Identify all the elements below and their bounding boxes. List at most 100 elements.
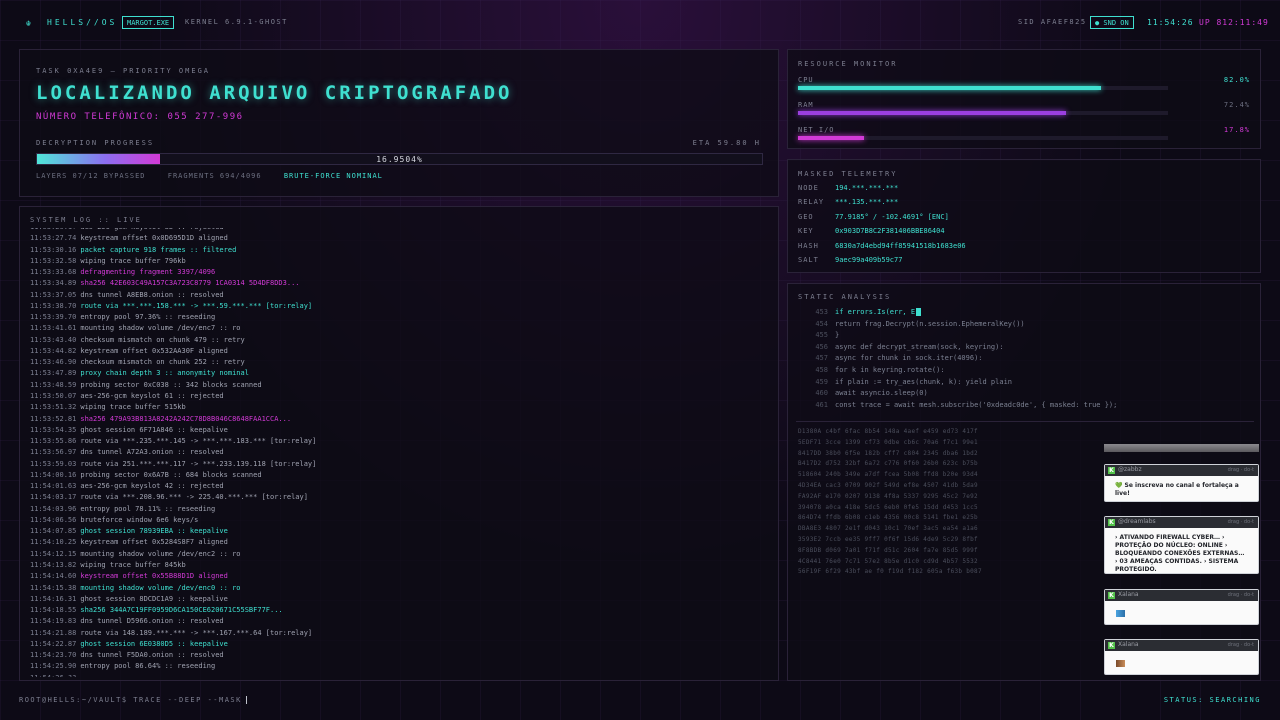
log-timestamp: 11:53:32.58 (30, 256, 77, 265)
log-message: mounting shadow volume /dev/enc0 :: ro (80, 583, 241, 592)
log-message: aes-256-gcm keyslot 61 :: rejected (80, 391, 224, 400)
telemetry-row-node: NODE 194.***.***.*** (798, 184, 899, 192)
log-line: 11:54:03.96 entropy pool 78.11% :: reseed… (30, 504, 770, 515)
log-timestamp: 11:54:07.85 (30, 527, 77, 536)
code-line: 453 if errors.Is(err, E (802, 308, 922, 319)
code-text: async def decrypt_stream(sock, keyring): (835, 342, 1004, 351)
hex-row: 56F19F 6f29 43bf ae f0 f19d f182 605a f6… (798, 568, 982, 576)
uptime: UP 812:11:49 (1199, 18, 1269, 27)
log-timestamp: 11:53:34.89 (30, 279, 77, 288)
line-number: 453 (815, 308, 828, 316)
log-timestamp: 11:53:30.16 (30, 245, 77, 254)
layers-stat: LAYERS 07/12 BYPASSED (36, 172, 146, 180)
log-line: 11:54:21.88 route via 148.189.***.*** -> … (30, 628, 770, 639)
log-message: dns tunnel A8EB8.onion :: resolved (80, 290, 224, 299)
code-text: for k in keyring.rotate(): (835, 366, 945, 374)
log-timestamp: 11:54:03.96 (30, 504, 77, 513)
log-timestamp: 11:54:22.87 (30, 639, 77, 648)
log-line: 11:53:38.70 route via ***.***.158.*** -> … (30, 301, 770, 312)
log-line: 11:53:33.68 defragmenting fragment 3397/4… (30, 267, 770, 278)
log-timestamp: 11:53:33.68 (30, 268, 77, 277)
log-line: 11:54:16.31 ghost session 8DCDC1A9 :: kee… (30, 594, 770, 605)
log-message: sha256 344A7C19FF0959D6CA150CE620671C55S… (80, 606, 283, 615)
task-title: LOCALIZANDO ARQUIVO CRIPTOGRAFADO (36, 82, 513, 104)
log-line: 11:54:12.15 mounting shadow volume /dev/e… (30, 549, 770, 560)
code-line: 457 async for chunk in sock.iter(4096): (802, 354, 982, 365)
log-timestamp: 11:54:01.63 (30, 482, 77, 491)
chat-user: @dreamlabs (1118, 518, 1156, 525)
log-message: entropy pool 78.11% :: reseeding (80, 504, 216, 513)
log-line: 11:54:25.90 entropy pool 86.64% :: reseed… (30, 661, 770, 672)
log-timestamp: 11:54:25.90 (30, 662, 77, 671)
log-line: 11:53:55.86 route via ***.235.***.145 -> … (30, 436, 770, 447)
resource-value: 82.0% (1223, 76, 1250, 84)
chat-fade (1104, 444, 1259, 452)
log-message: aes-256-gcm keyslot 42 :: rejected (80, 482, 224, 491)
log-message: probing sector 0x6A7B :: 684 blocks scan… (80, 470, 262, 479)
hex-row: 3593E2 7ccb ee35 9ff7 0f6f 15d6 4de9 5c2… (798, 536, 978, 543)
log-line: 11:54:03.17 route via ***.208.96.*** -> 2… (30, 492, 770, 503)
kick-badge-icon: K (1108, 519, 1115, 526)
log-line: 11:54:07.85 ghost session 78939EBA :: kee… (30, 526, 770, 537)
task-panel: TASK 0XA4E9 — PRIORITY OMEGA LOCALIZANDO… (19, 49, 779, 197)
log-timestamp: 11:54:13.82 (30, 560, 77, 569)
log-line: 11:54:15.38 mounting shadow volume /dev/e… (30, 583, 770, 594)
log-message: route via 251.***.***.117 -> ***.233.139… (80, 459, 317, 468)
log-line: 11:53:34.89 sha256 42E603C49A157C3A723C87… (30, 278, 770, 289)
log-line: 11:54:10.25 keystream offset 0x5284S8F7 a… (30, 537, 770, 548)
chat-meta: drag · do-t (1227, 642, 1254, 648)
chat-message[interactable]: K Xalana drag · do-t (1104, 639, 1259, 675)
line-number: 459 (815, 377, 828, 386)
kick-badge-icon: K (1108, 592, 1115, 599)
log-message: defragmenting fragment 3397/4096 (80, 268, 216, 277)
log-timestamp: 11:54:16.31 (30, 594, 77, 603)
telemetry-row-hash: HASH 6830a7d4ebd94ff85941518b1683e06 (798, 242, 966, 250)
process-chip[interactable]: MARGOT.EXE (122, 16, 175, 29)
log-message: route via 148.189.***.*** -> ***.167.***… (80, 628, 313, 637)
resource-ram: RAM 72.4% (798, 101, 1250, 115)
phone-number: NÚMERO TELEFÔNICO: 055 277-996 (36, 112, 244, 122)
log-line: 11:53:41.61 mounting shadow volume /dev/e… (30, 323, 770, 334)
log-message: wiping trace buffer 515kb (80, 403, 186, 412)
log-line: 11:54:13.82 wiping trace buffer 845kb (30, 560, 770, 571)
log-message: checksum mismatch on chunk 479 :: retry (80, 335, 245, 344)
log-timestamp: 11:53:51.32 (30, 403, 77, 412)
log-line: 11:54:14.60 keystream offset 0x55B88D1D a… (30, 571, 770, 582)
log-timestamp: 11:54:14.60 (30, 572, 77, 581)
log-line: 11:53:47.89 proxy chain depth 3 :: anonym… (30, 368, 770, 379)
log-timestamp: 11:53:41.61 (30, 324, 77, 333)
hex-row: 4C8441 76e0 7c71 57e2 8b5e d1c0 cd9d 4b5… (798, 557, 978, 565)
hex-row: 8417DD 38b0 6f5e 182b cff7 c804 2345 dba… (798, 449, 978, 457)
chat-meta: drag · do-t (1227, 592, 1254, 598)
chat-message[interactable]: K @dreamlabs drag · do-t › ATIVANDO FIREWA… (1104, 516, 1259, 574)
log-timestamp: 11:53:59.03 (30, 459, 77, 468)
log-message: route via ***.235.***.145 -> ***.***.183… (80, 437, 317, 446)
command-prompt[interactable]: ROOT@HELLS:~/VAULT$ TRACE --DEEP --MASK (19, 696, 247, 704)
bruteforce-status: BRUTE-FORCE NOMINAL (283, 172, 383, 180)
chat-message[interactable]: K Xalana drag · do-t (1104, 589, 1259, 625)
log-timestamp: 11:54:06.56 (30, 515, 77, 524)
log-timestamp: 11:53:39.70 (30, 313, 77, 322)
log-line: 11:53:52.81 sha256 479A93B813A8242A242C78… (30, 414, 770, 425)
chat-user: Xalana (1118, 641, 1139, 648)
log-timestamp: 11:54:19.83 (30, 617, 77, 626)
line-number: 457 (815, 354, 828, 363)
system-log-panel: SYSTEM LOG :: LIVE 11:53:26.1?aes-256-gc… (19, 206, 779, 681)
log-message: entropy pool 86.64% :: reseeding (80, 662, 216, 671)
log-message: keystream offset 0x0D695D1D aligned (80, 234, 228, 243)
log-message: ghost session 6F71A846 :: keepalive (80, 425, 228, 434)
top-bar: ☬ HELLS//OS MARGOT.EXE KERNEL 6.9.1-GHOS… (0, 0, 1280, 46)
log-line: 11:53:39.70 entropy pool 97.36% :: reseed… (30, 312, 770, 323)
log-timestamp: 11:53:56.97 (30, 448, 77, 457)
code-text: const trace = await mesh.subscribe('0xde… (835, 400, 1118, 409)
log-lines[interactable]: 11:53:26.1? aes-256-gcm keyslot 8b :: rej… (30, 228, 770, 677)
telemetry-row-key: KEY 0x903D7B8C2F381406BBE86404 (798, 227, 945, 235)
resource-cpu: CPU 82.0% (798, 76, 1250, 90)
log-message: dns tunnel F5DA0.onion :: resolved (80, 651, 224, 660)
sound-toggle[interactable]: ● SND ON (1090, 16, 1134, 29)
chat-message[interactable]: K @zabbz drag · do-t 💚 Se inscreva no cana… (1104, 464, 1259, 502)
line-number: 458 (815, 366, 828, 374)
log-message: dns tunnel D5966.onion :: resolved (80, 617, 224, 626)
log-timestamp: 11:53:26.1? (30, 228, 76, 231)
resource-label: CPU (798, 76, 814, 84)
